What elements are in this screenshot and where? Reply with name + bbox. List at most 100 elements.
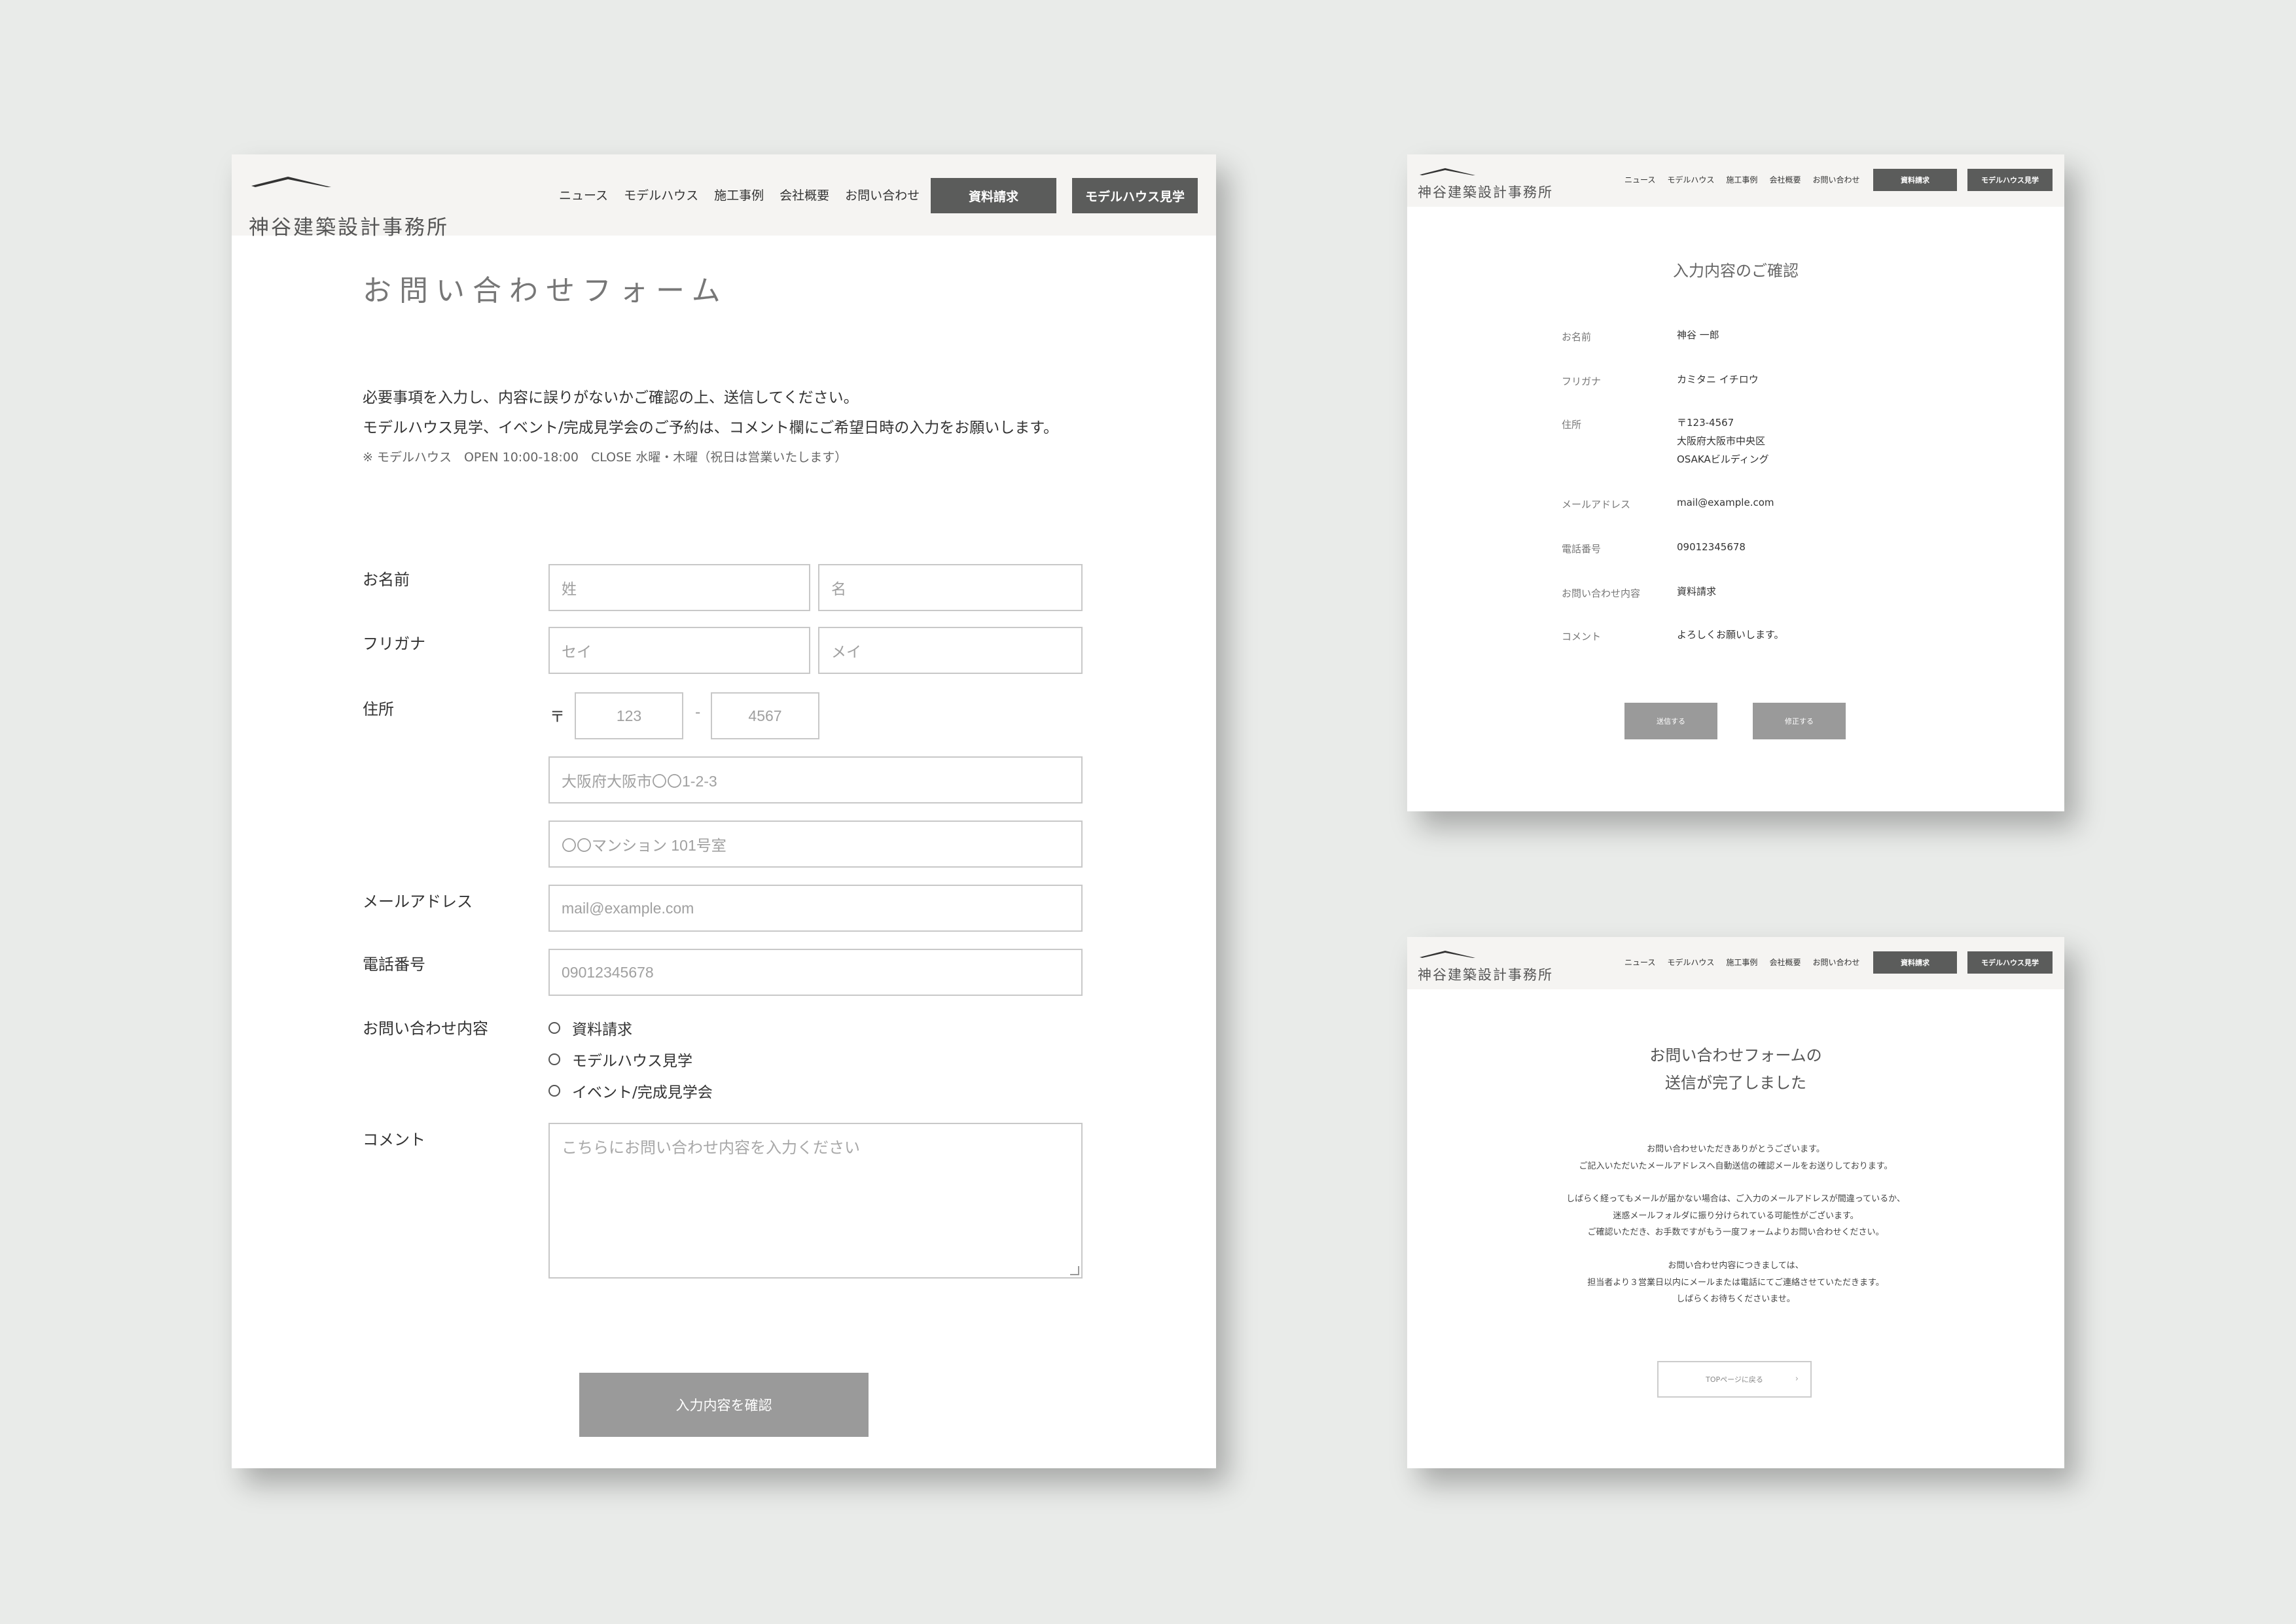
page-title: お問い合わせフォーム bbox=[363, 274, 728, 308]
radio-circle-icon[interactable] bbox=[548, 1053, 560, 1065]
site-logo[interactable]: 神谷建築設計事務所 bbox=[1418, 949, 1562, 983]
confirm-label-phone: 電話番号 bbox=[1562, 543, 1602, 555]
request-materials-button[interactable]: 資料請求 bbox=[1873, 169, 1957, 191]
nav-item-news[interactable]: ニュース bbox=[559, 186, 608, 203]
intro-text-1: 必要事項を入力し、内容に誤りがないかご確認の上、送信してください。 bbox=[363, 389, 859, 406]
thanks-paragraph: お問い合わせいただきありがとうございます。 ご記入いただいたメールアドレスへ自動… bbox=[1407, 1141, 2064, 1174]
address-line: OSAKAビルディング bbox=[1677, 453, 1769, 465]
reply-paragraph: お問い合わせ内容につきましては、 担当者より３営業日以内にメールまたは電話にてご… bbox=[1407, 1258, 2064, 1308]
complete-title: お問い合わせフォームの 送信が完了しました bbox=[1407, 1042, 2064, 1097]
nav-item-model-house[interactable]: モデルハウス bbox=[624, 186, 698, 203]
send-button[interactable]: 送信する bbox=[1624, 703, 1717, 739]
main-nav: ニュース モデルハウス 施工事例 会社概要 お問い合わせ bbox=[1624, 174, 1871, 185]
nav-item-model-house[interactable]: モデルハウス bbox=[1667, 174, 1714, 185]
nav-item-company[interactable]: 会社概要 bbox=[1769, 957, 1801, 968]
postal-dash: - bbox=[695, 704, 701, 721]
nav-item-works[interactable]: 施工事例 bbox=[1726, 957, 1757, 968]
chevron-right-icon: › bbox=[1795, 1374, 1799, 1384]
nav-item-company[interactable]: 会社概要 bbox=[1769, 174, 1801, 185]
paragraph-line: しばらくお待ちくださいませ。 bbox=[1676, 1294, 1795, 1304]
inquiry-option-label: 資料請求 bbox=[572, 1021, 632, 1038]
inquiry-option-label: イベント/完成見学会 bbox=[572, 1084, 713, 1101]
inquiry-option-materials[interactable]: 資料請求 bbox=[548, 1017, 632, 1039]
confirm-value-email: mail@example.com bbox=[1677, 497, 1774, 508]
confirm-label-inquiry: お問い合わせ内容 bbox=[1562, 588, 1641, 599]
kana-label: フリガナ bbox=[363, 635, 425, 653]
confirm-page: 神谷建築設計事務所 ニュース モデルハウス 施工事例 会社概要 お問い合わせ 資… bbox=[1407, 154, 2064, 811]
nav-item-model-house[interactable]: モデルハウス bbox=[1667, 957, 1714, 968]
main-nav: ニュース モデルハウス 施工事例 会社概要 お問い合わせ bbox=[1624, 957, 1871, 968]
address-line: 大阪府大阪市中央区 bbox=[1677, 435, 1766, 447]
site-logo[interactable]: 神谷建築設計事務所 bbox=[249, 174, 458, 239]
paragraph-line: 担当者より３営業日以内にメールまたは電話にてご連絡させていただきます。 bbox=[1587, 1277, 1884, 1288]
postal-code-1-input[interactable]: 123 bbox=[575, 692, 683, 739]
paragraph-line: お問い合わせ内容につきましては、 bbox=[1668, 1261, 1804, 1271]
confirm-value-kana: カミタニ イチロウ bbox=[1677, 374, 1759, 385]
edit-button[interactable]: 修正する bbox=[1753, 703, 1846, 739]
inquiry-label: お問い合わせ内容 bbox=[363, 1019, 488, 1038]
nav-item-works[interactable]: 施工事例 bbox=[1726, 174, 1757, 185]
site-logo[interactable]: 神谷建築設計事務所 bbox=[1418, 166, 1562, 200]
paragraph-line: お問い合わせいただきありがとうございます。 bbox=[1647, 1144, 1825, 1154]
paragraph-line: ご確認いただき、お手数ですがもう一度フォームよりお問い合わせください。 bbox=[1587, 1227, 1884, 1237]
no-mail-paragraph: しばらく経ってもメールが届かない場合は、ご入力のメールアドレスが間違っているか、… bbox=[1407, 1191, 2064, 1241]
paragraph-line: しばらく経ってもメールが届かない場合は、ご入力のメールアドレスが間違っているか、 bbox=[1566, 1194, 1905, 1204]
confirm-value-inquiry: 資料請求 bbox=[1677, 586, 1717, 597]
nav-item-company[interactable]: 会社概要 bbox=[780, 186, 829, 203]
back-to-top-button[interactable]: TOPページに戻る › bbox=[1657, 1361, 1812, 1398]
last-name-input[interactable]: 姓 bbox=[548, 564, 810, 611]
confirm-label-kana: フリガナ bbox=[1562, 376, 1602, 387]
first-name-input[interactable]: 名 bbox=[818, 564, 1083, 611]
request-materials-button[interactable]: 資料請求 bbox=[1873, 951, 1957, 974]
back-to-top-label: TOPページに戻る bbox=[1706, 1375, 1763, 1384]
address-line1-input[interactable]: 大阪府大阪市〇〇1-2-3 bbox=[548, 756, 1083, 803]
nav-item-contact[interactable]: お問い合わせ bbox=[845, 186, 920, 203]
confirm-input-button[interactable]: 入力内容を確認 bbox=[579, 1373, 869, 1437]
first-kana-input[interactable]: メイ bbox=[818, 627, 1083, 674]
address-line2-input[interactable]: 〇〇マンション 101号室 bbox=[548, 821, 1083, 868]
phone-label: 電話番号 bbox=[363, 955, 425, 974]
complete-title-line: お問い合わせフォームの bbox=[1649, 1046, 1822, 1065]
model-house-visit-button[interactable]: モデルハウス見学 bbox=[1967, 951, 2053, 974]
inquiry-option-event[interactable]: イベント/完成見学会 bbox=[548, 1080, 713, 1102]
radio-circle-icon[interactable] bbox=[548, 1022, 560, 1034]
brand-name: 神谷建築設計事務所 bbox=[1418, 967, 1553, 983]
brand-name: 神谷建築設計事務所 bbox=[1418, 185, 1553, 200]
phone-input[interactable]: 09012345678 bbox=[548, 949, 1083, 996]
confirm-value-phone: 09012345678 bbox=[1677, 541, 1746, 553]
confirm-label-email: メールアドレス bbox=[1562, 499, 1631, 510]
radio-circle-icon[interactable] bbox=[548, 1085, 560, 1097]
email-input[interactable]: mail@example.com bbox=[548, 885, 1083, 932]
site-header: 神谷建築設計事務所 ニュース モデルハウス 施工事例 会社概要 お問い合わせ 資… bbox=[232, 154, 1216, 239]
complete-page: 神谷建築設計事務所 ニュース モデルハウス 施工事例 会社概要 お問い合わせ 資… bbox=[1407, 937, 2064, 1468]
nav-item-news[interactable]: ニュース bbox=[1624, 174, 1655, 185]
comment-label: コメント bbox=[363, 1131, 425, 1149]
roof-logo-icon bbox=[1420, 168, 1475, 175]
open-hours-note: ※ モデルハウス OPEN 10:00-18:00 CLOSE 水曜・木曜（祝日… bbox=[363, 450, 848, 465]
model-house-visit-button[interactable]: モデルハウス見学 bbox=[1967, 169, 2053, 191]
inquiry-option-label: モデルハウス見学 bbox=[572, 1053, 692, 1070]
confirm-value-name: 神谷 一郎 bbox=[1677, 329, 1719, 341]
paragraph-line: ご記入いただいたメールアドレスへ自動送信の確認メールをお送りしております。 bbox=[1579, 1161, 1893, 1171]
nav-item-contact[interactable]: お問い合わせ bbox=[1812, 957, 1859, 968]
contact-form-page: 神谷建築設計事務所 ニュース モデルハウス 施工事例 会社概要 お問い合わせ 資… bbox=[232, 154, 1216, 1468]
inquiry-option-model-house[interactable]: モデルハウス見学 bbox=[548, 1048, 692, 1070]
last-kana-input[interactable]: セイ bbox=[548, 627, 810, 674]
nav-item-contact[interactable]: お問い合わせ bbox=[1812, 174, 1859, 185]
comment-placeholder: こちらにお問い合わせ内容を入力ください bbox=[562, 1139, 860, 1157]
model-house-visit-button[interactable]: モデルハウス見学 bbox=[1072, 178, 1198, 213]
address-line: 〒123-4567 bbox=[1677, 417, 1734, 429]
resize-handle-icon[interactable] bbox=[1070, 1266, 1079, 1275]
confirm-title: 入力内容のご確認 bbox=[1673, 262, 1799, 280]
comment-textarea[interactable]: こちらにお問い合わせ内容を入力ください bbox=[548, 1123, 1083, 1279]
postal-code-2-input[interactable]: 4567 bbox=[711, 692, 819, 739]
paragraph-line: 迷惑メールフォルダに振り分けられている可能性がございます。 bbox=[1613, 1210, 1859, 1221]
address-label: 住所 bbox=[363, 700, 394, 718]
confirm-label-name: お名前 bbox=[1562, 331, 1592, 343]
email-label: メールアドレス bbox=[363, 892, 473, 911]
complete-title-line: 送信が完了しました bbox=[1665, 1074, 1806, 1092]
nav-item-news[interactable]: ニュース bbox=[1624, 957, 1655, 968]
nav-item-works[interactable]: 施工事例 bbox=[714, 186, 764, 203]
name-label: お名前 bbox=[363, 571, 410, 589]
request-materials-button[interactable]: 資料請求 bbox=[931, 178, 1056, 213]
